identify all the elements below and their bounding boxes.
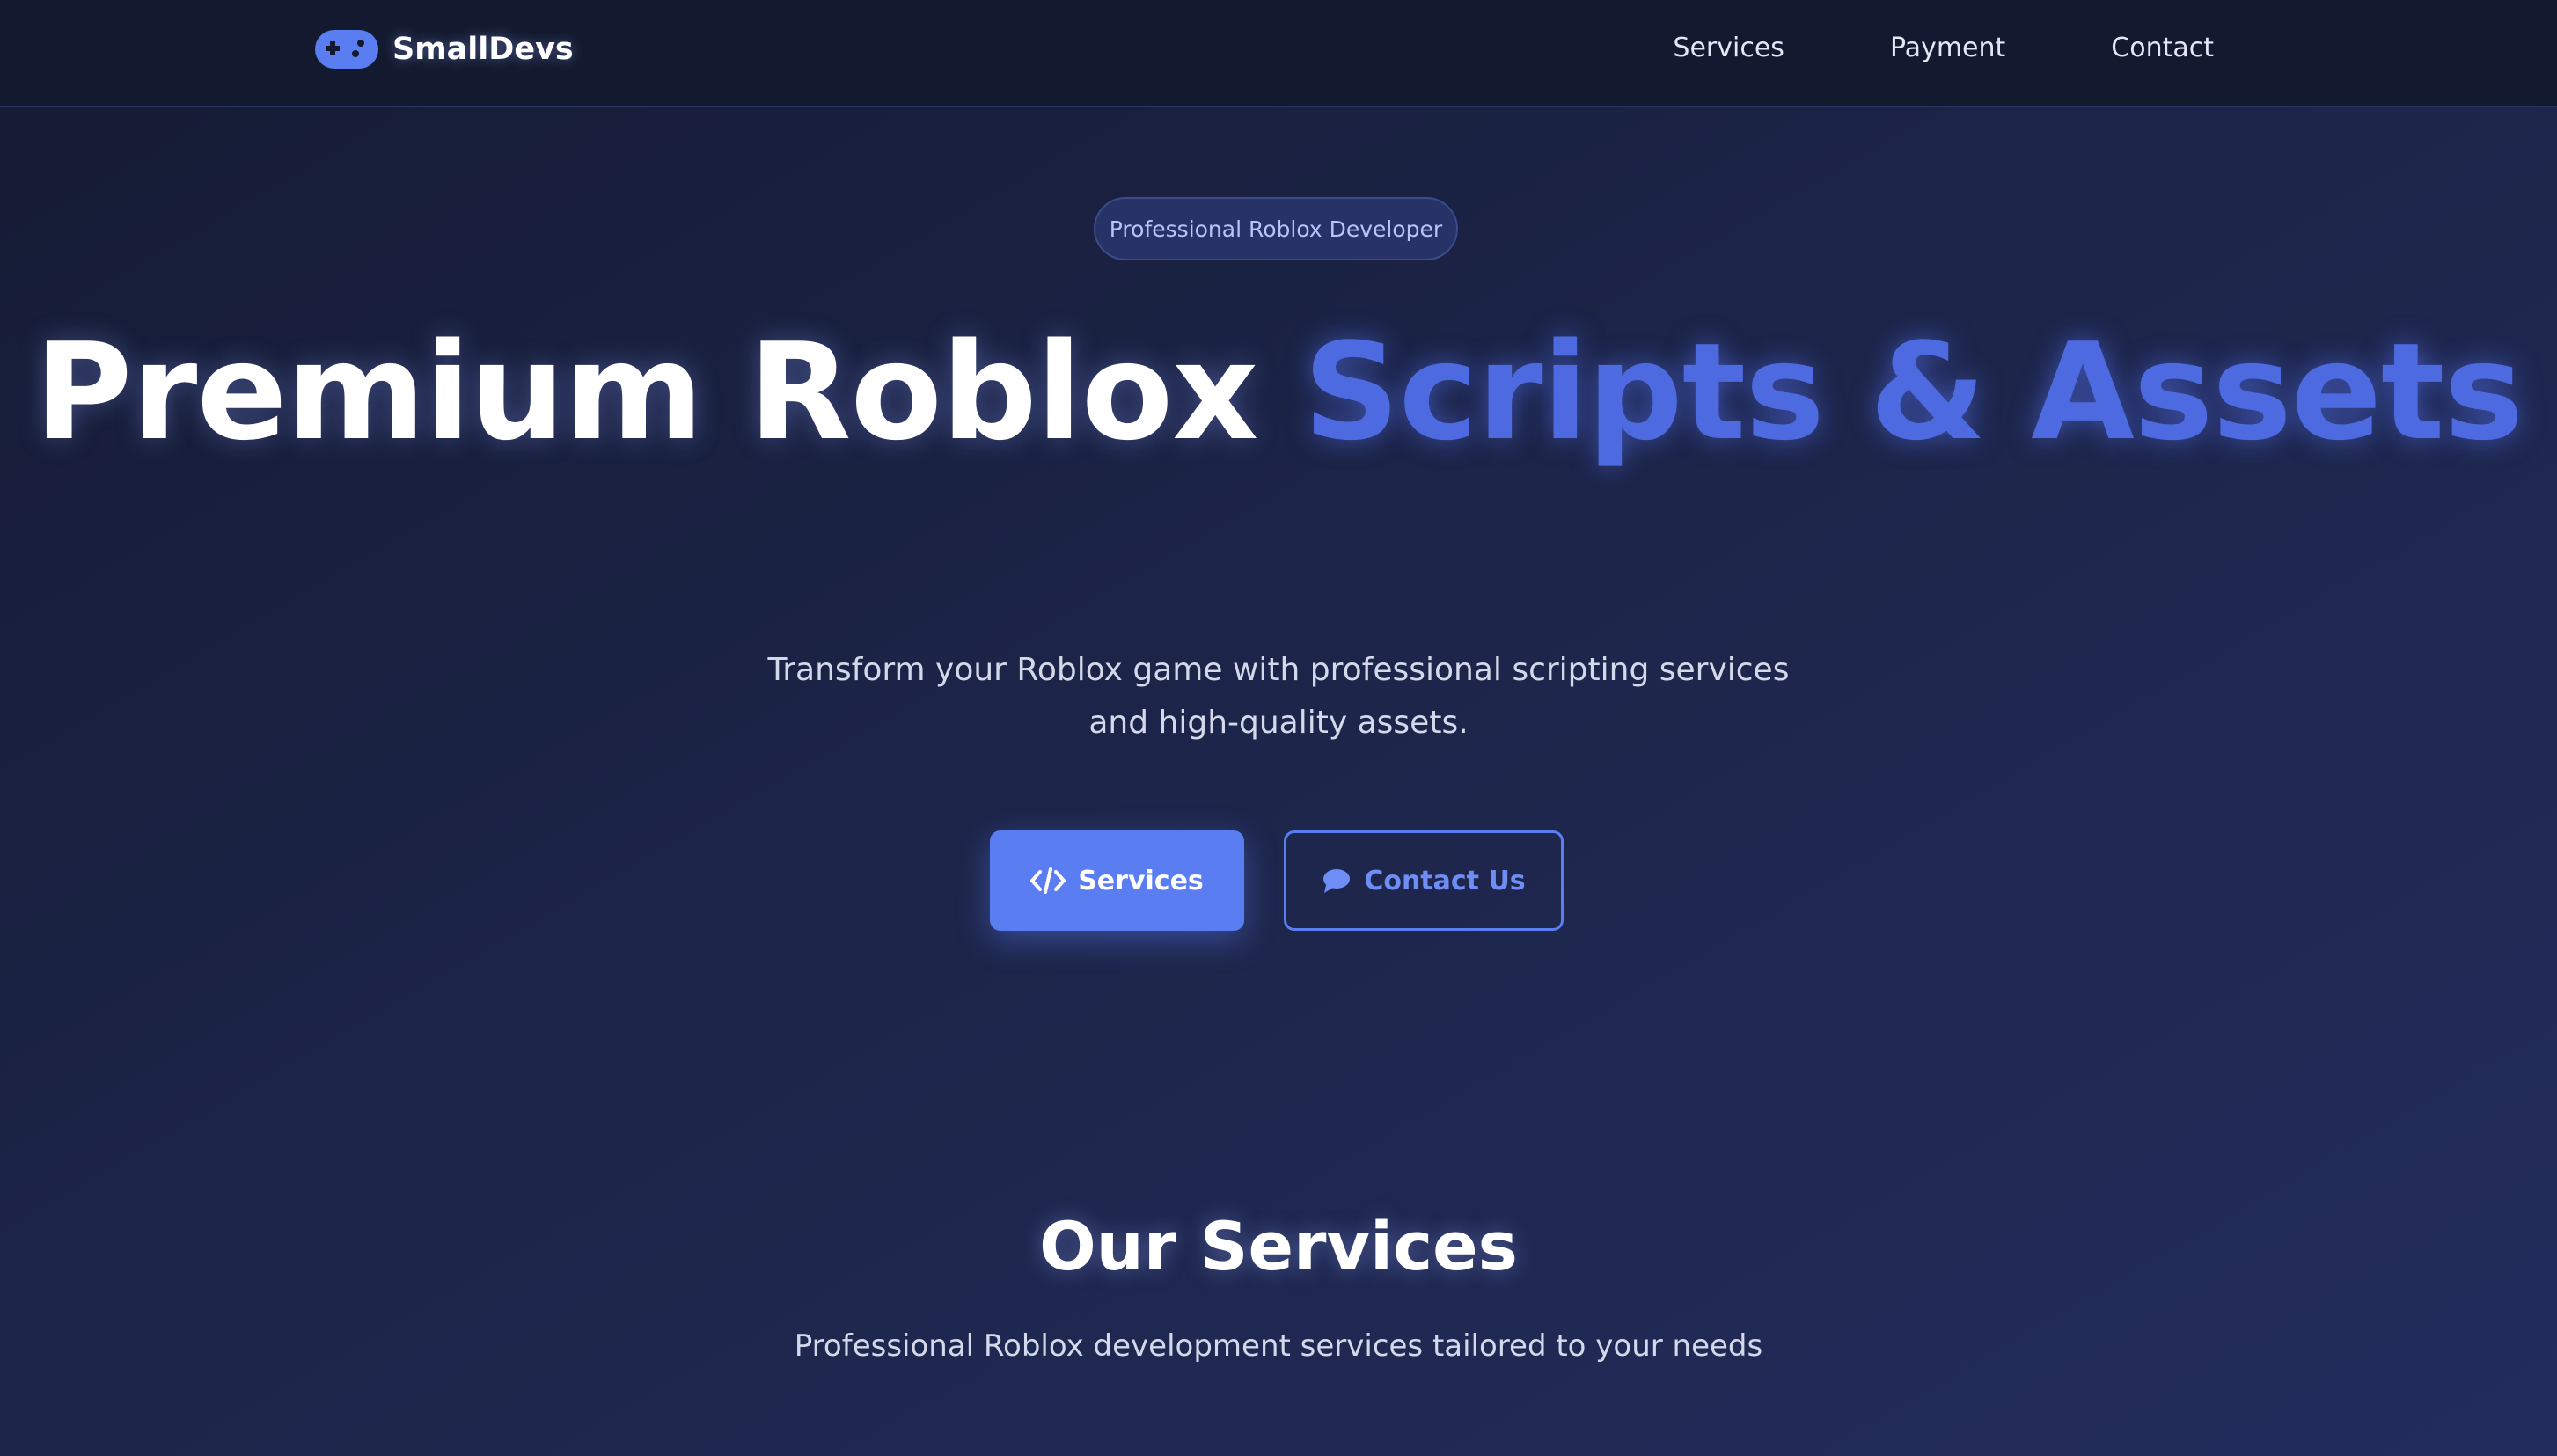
hero-title-main: Premium Roblox bbox=[34, 314, 1304, 470]
hero-section: Professional Roblox Developer Premium Ro… bbox=[0, 107, 2557, 1456]
hero-title-accent: Scripts & Assets bbox=[1303, 314, 2524, 470]
services-section-title: Our Services bbox=[1039, 1207, 1518, 1285]
contact-us-button[interactable]: Contact Us bbox=[1284, 830, 1564, 931]
contact-us-button-label: Contact Us bbox=[1364, 865, 1526, 896]
navbar: SmallDevs Services Payment Contact bbox=[0, 0, 2557, 107]
gamepad-icon bbox=[315, 30, 378, 69]
services-button[interactable]: Services bbox=[990, 830, 1244, 931]
brand-logo[interactable]: SmallDevs bbox=[313, 26, 574, 73]
code-icon bbox=[1030, 867, 1066, 894]
hero-subtitle: Transform your Roblox game with professi… bbox=[767, 652, 1790, 741]
hero-badge: Professional Roblox Developer bbox=[1094, 197, 1458, 260]
nav-links: Services Payment Contact bbox=[1567, 30, 2214, 67]
nav-link-services[interactable]: Services bbox=[1673, 30, 1784, 67]
brand-name: SmallDevs bbox=[392, 32, 574, 67]
chat-bubble-icon bbox=[1323, 869, 1351, 893]
services-button-label: Services bbox=[1078, 865, 1204, 896]
nav-link-contact[interactable]: Contact bbox=[2111, 30, 2214, 67]
hero-title: Premium Roblox Scripts & Assets bbox=[0, 318, 2557, 466]
nav-link-payment[interactable]: Payment bbox=[1890, 30, 2005, 67]
services-section-subtitle: Professional Roblox development services… bbox=[794, 1328, 1763, 1364]
